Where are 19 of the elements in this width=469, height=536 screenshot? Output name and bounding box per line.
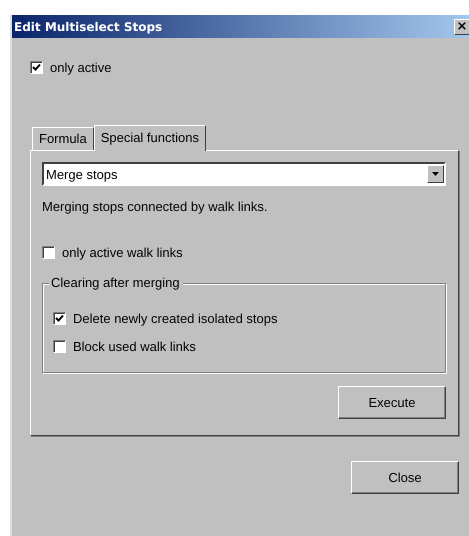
- checkbox[interactable]: [42, 246, 55, 259]
- tab[interactable]: Formula: [32, 127, 94, 150]
- checkbox[interactable]: [53, 340, 66, 352]
- function-dropdown[interactable]: Merge stops: [42, 162, 446, 186]
- checkmark-icon: [32, 63, 41, 72]
- window-title: Edit Multiselect Stops: [14, 20, 162, 34]
- close-button[interactable]: ×: [454, 18, 469, 34]
- group-title: Clearing after merging: [49, 275, 183, 290]
- checkbox-label: Delete newly created isolated stops: [73, 310, 278, 326]
- execute-button[interactable]: Execute: [338, 386, 446, 419]
- checkbox-label: only active: [50, 60, 112, 75]
- checkbox-label: Block used walk links: [73, 338, 196, 354]
- checkmark-icon: [55, 314, 64, 322]
- checkbox-label: only active walk links: [62, 245, 183, 260]
- tab[interactable]: Special functions: [94, 125, 206, 151]
- checkbox[interactable]: [53, 312, 66, 324]
- checkbox[interactable]: [30, 61, 43, 74]
- close-dialog-button[interactable]: Close: [351, 461, 459, 494]
- description-text: Merging stops connected by walk links.: [42, 199, 268, 214]
